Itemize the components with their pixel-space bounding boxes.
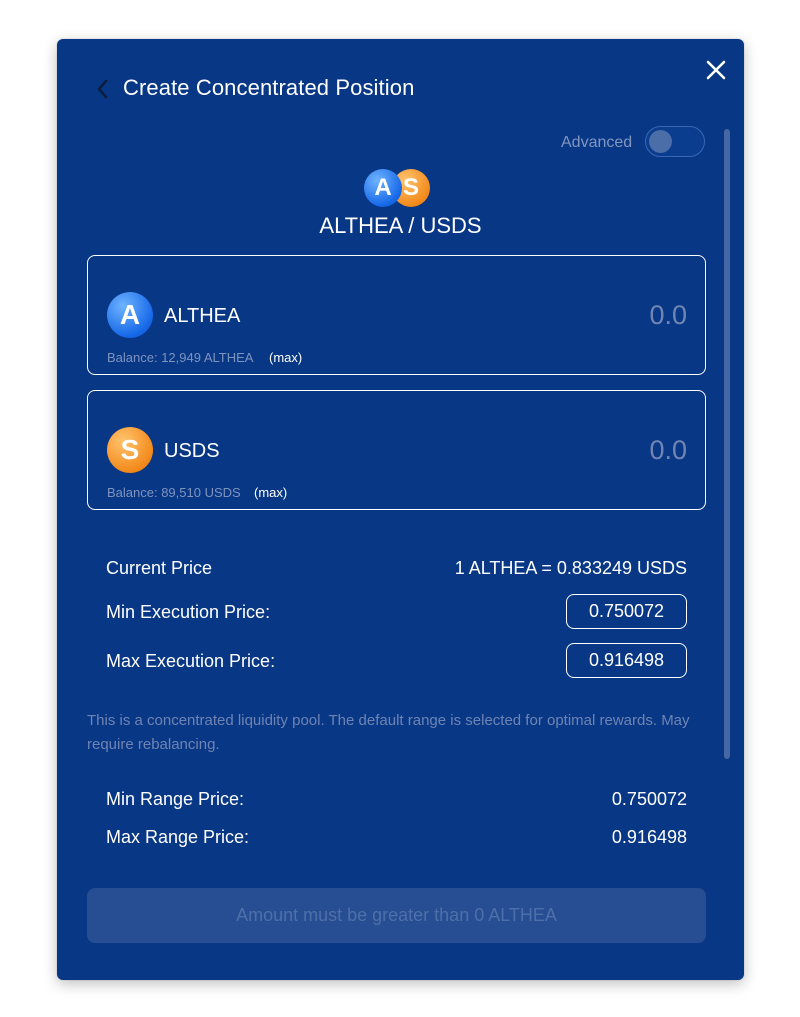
advanced-label: Advanced bbox=[561, 134, 633, 151]
current-price-label: Current Price bbox=[106, 558, 213, 578]
min-range-price-label: Min Range Price: bbox=[106, 789, 245, 809]
althea-token-icon: A bbox=[107, 292, 153, 338]
close-button[interactable] bbox=[705, 59, 727, 81]
pair-name: ALTHEA / USDS bbox=[319, 213, 482, 238]
create-position-modal: Create Concentrated Position Advanced A … bbox=[57, 39, 744, 980]
current-price-value: 1 ALTHEA = 0.833249 USDS bbox=[454, 558, 687, 578]
submit-button[interactable]: Amount must be greater than 0 ALTHEA bbox=[87, 888, 706, 943]
advanced-toggle[interactable] bbox=[645, 126, 705, 157]
max-range-price-label: Max Range Price: bbox=[106, 827, 250, 847]
pair-icons: A S bbox=[362, 169, 430, 209]
max-range-price-value: 0.916498 bbox=[611, 827, 687, 847]
max-button[interactable]: (max) bbox=[254, 485, 287, 500]
usds-amount-input[interactable] bbox=[427, 435, 687, 466]
min-range-price-value: 0.750072 bbox=[611, 789, 687, 809]
back-button[interactable] bbox=[95, 77, 111, 101]
toggle-knob bbox=[649, 130, 672, 153]
max-button[interactable]: (max) bbox=[269, 350, 302, 365]
token-balance: Balance: 12,949 ALTHEA bbox=[107, 350, 254, 365]
min-execution-price-label: Min Execution Price: bbox=[106, 602, 271, 622]
token-balance: Balance: 89,510 USDS bbox=[107, 485, 241, 500]
token-symbol: USDS bbox=[164, 440, 220, 462]
max-execution-price-input[interactable] bbox=[566, 643, 687, 678]
min-execution-price-input[interactable] bbox=[566, 594, 687, 629]
usds-token-icon: S bbox=[107, 427, 153, 473]
close-icon bbox=[706, 60, 726, 80]
modal-title: Create Concentrated Position bbox=[123, 75, 415, 100]
token-symbol: ALTHEA bbox=[164, 305, 241, 327]
max-execution-price-label: Max Execution Price: bbox=[106, 651, 276, 671]
althea-amount-input[interactable] bbox=[427, 300, 687, 331]
token-input-card-usds: S USDS Balance: 89,510 USDS (max) bbox=[87, 390, 706, 510]
info-text: This is a concentrated liquidity pool. T… bbox=[87, 712, 690, 753]
althea-token-icon: A bbox=[364, 169, 402, 207]
chevron-left-icon bbox=[97, 79, 108, 99]
token-input-card-althea: A ALTHEA Balance: 12,949 ALTHEA (max) bbox=[87, 255, 706, 375]
